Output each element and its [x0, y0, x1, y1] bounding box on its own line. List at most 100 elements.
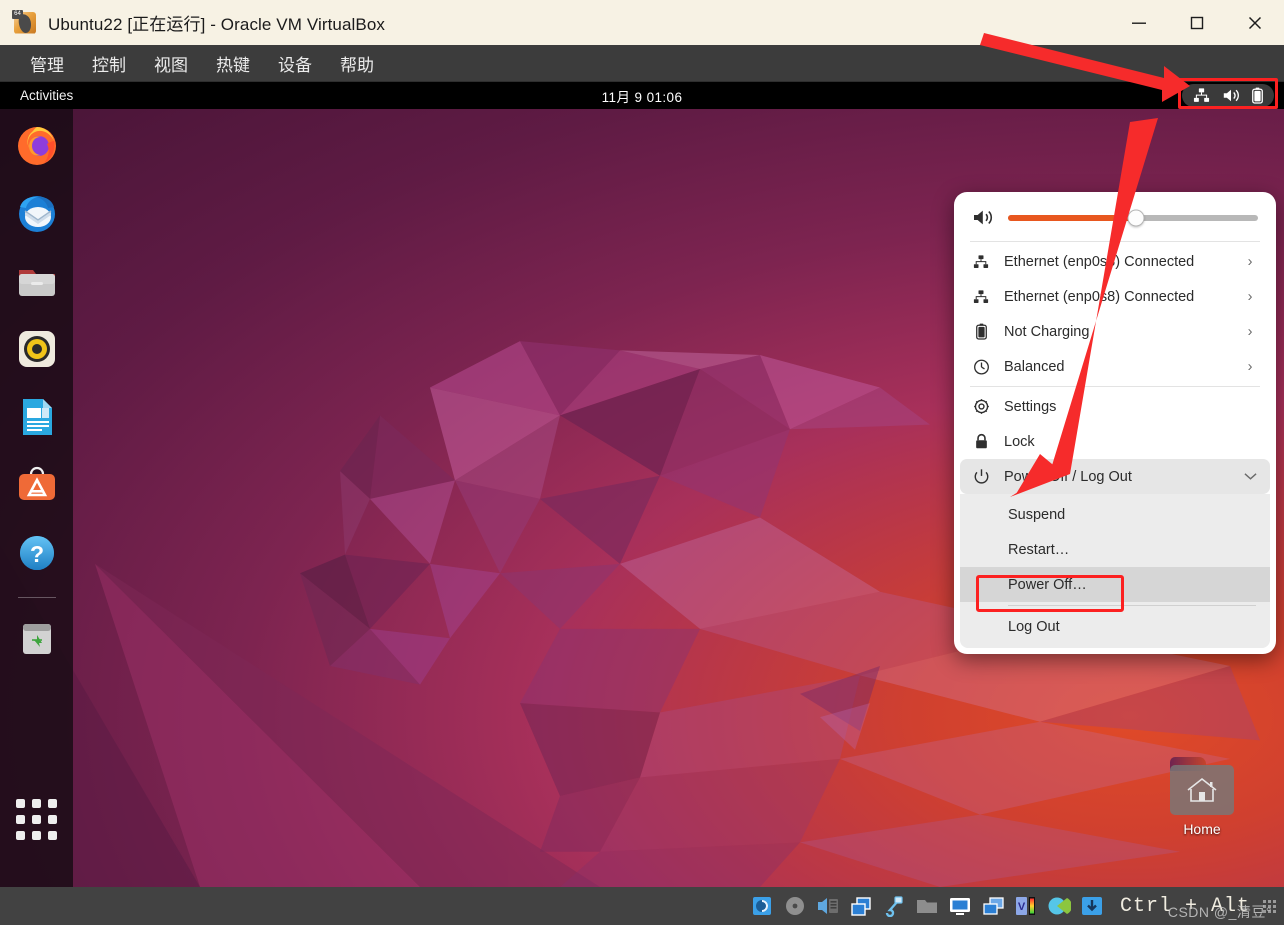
menu-label: Settings: [1004, 398, 1057, 415]
audio-icon[interactable]: [815, 894, 841, 918]
virtualbox-window: 64 Ubuntu22 [正在运行] - Oracle VM VirtualBo…: [0, 0, 1284, 925]
dock-item-trash[interactable]: [13, 614, 61, 662]
dock-item-thunderbird[interactable]: [13, 189, 61, 237]
chevron-down-icon: [1242, 472, 1258, 481]
ubuntu-dock: ?: [0, 109, 73, 887]
menu-divider: [970, 386, 1260, 387]
menu-label: Ethernet (enp0s8) Connected: [1004, 288, 1195, 305]
logo-badge-64: 64: [12, 9, 23, 19]
dock-item-libreoffice-writer[interactable]: [13, 393, 61, 441]
help-icon: ?: [19, 536, 54, 570]
close-button[interactable]: [1226, 0, 1284, 45]
menu-item-view[interactable]: 视图: [140, 48, 202, 79]
menu-row-power-off-log-out[interactable]: Power Off / Log Out: [960, 459, 1270, 494]
power-icon: [972, 468, 990, 485]
network-wired-icon: [1193, 88, 1210, 102]
virtualbox-menubar: 管理 控制 视图 热键 设备 帮助: [0, 45, 1284, 82]
files-folder-icon: [18, 270, 55, 296]
minimize-button[interactable]: [1110, 0, 1168, 45]
firefox-icon: [17, 127, 56, 165]
menu-divider: [970, 241, 1260, 242]
clock-label[interactable]: 11月 9 01:06: [602, 86, 683, 106]
gnome-top-bar: Activities 11月 9 01:06: [0, 82, 1284, 109]
watermark-label: CSDN @_清豆°: [1167, 904, 1272, 920]
gnome-system-menu: Ethernet (enp0s3) Connected › Ethernet (…: [954, 192, 1276, 654]
power-submenu: Suspend Restart… Power Off… Log Out: [960, 494, 1270, 648]
power-profile-icon: [972, 358, 990, 375]
mouse-integration-icon[interactable]: [1079, 894, 1105, 918]
virtualbox-statusbar: V Ctrl + Alt CSDN @_清豆°: [0, 887, 1284, 925]
volume-slider[interactable]: [1008, 209, 1258, 226]
menu-label: Ethernet (enp0s3) Connected: [1004, 253, 1195, 270]
desktop-icon-home[interactable]: Home: [1152, 757, 1252, 837]
volume-slider-row[interactable]: [960, 198, 1270, 239]
virtualbox-logo-icon: 64: [12, 9, 38, 36]
menu-label: Balanced: [1004, 358, 1065, 375]
volume-high-icon: [974, 210, 993, 225]
submenu-item-restart[interactable]: Restart…: [960, 532, 1270, 567]
menu-row-battery[interactable]: Not Charging ›: [960, 314, 1270, 349]
menu-item-help[interactable]: 帮助: [326, 48, 388, 79]
menu-row-settings[interactable]: Settings: [960, 389, 1270, 424]
menu-row-ethernet-enp0s8[interactable]: Ethernet (enp0s8) Connected ›: [960, 279, 1270, 314]
menu-row-power-profile[interactable]: Balanced ›: [960, 349, 1270, 384]
dock-item-ubuntu-software[interactable]: [13, 461, 61, 509]
display-icon[interactable]: [947, 894, 973, 918]
rhythmbox-icon: [18, 331, 55, 367]
chevron-right-icon: ›: [1247, 323, 1253, 340]
network-adapter-icon[interactable]: [848, 894, 874, 918]
svg-text:?: ?: [29, 541, 43, 567]
home-folder-icon: [1170, 757, 1234, 815]
system-tray[interactable]: [1182, 84, 1274, 107]
window-controls: [1110, 0, 1284, 45]
window-titlebar: 64 Ubuntu22 [正在运行] - Oracle VM VirtualBo…: [0, 0, 1284, 45]
menu-label: Power Off / Log Out: [1004, 468, 1132, 485]
home-icon-label: Home: [1183, 821, 1221, 837]
menu-item-devices[interactable]: 设备: [264, 48, 326, 79]
volume-icon: [1223, 89, 1239, 102]
menu-item-hotkeys[interactable]: 热键: [202, 48, 264, 79]
battery-icon: [972, 323, 990, 340]
dock-item-firefox[interactable]: [13, 121, 61, 169]
show-applications-button[interactable]: [13, 796, 60, 843]
submenu-item-suspend[interactable]: Suspend: [960, 497, 1270, 532]
dock-item-help[interactable]: ?: [13, 529, 61, 577]
usb-icon[interactable]: [881, 894, 907, 918]
recording-icon[interactable]: [980, 894, 1006, 918]
chevron-right-icon: ›: [1247, 253, 1253, 270]
ubuntu-software-icon: [18, 466, 55, 500]
gear-icon: [972, 398, 990, 415]
network-wired-icon: [972, 254, 990, 270]
dock-item-files[interactable]: [13, 257, 61, 305]
libreoffice-writer-icon: [22, 399, 52, 435]
guest-additions-icon[interactable]: [1046, 894, 1072, 918]
clock-area: 11月 9 01:06: [0, 82, 1284, 109]
menu-row-lock[interactable]: Lock: [960, 424, 1270, 459]
dock-separator: [17, 597, 56, 598]
house-glyph-icon: [1187, 777, 1217, 802]
menu-label: Not Charging: [1004, 323, 1090, 340]
lock-icon: [972, 433, 990, 450]
chevron-right-icon: ›: [1247, 358, 1253, 375]
trash-icon: [22, 624, 51, 654]
submenu-item-power-off[interactable]: Power Off…: [960, 567, 1270, 602]
submenu-divider: [1008, 605, 1256, 606]
menu-item-manage[interactable]: 管理: [16, 48, 78, 79]
menu-row-ethernet-enp0s3[interactable]: Ethernet (enp0s3) Connected ›: [960, 244, 1270, 279]
chevron-right-icon: ›: [1247, 288, 1253, 305]
maximize-button[interactable]: [1168, 0, 1226, 45]
activities-button[interactable]: Activities: [10, 85, 83, 106]
guest-screen: Home ? Activities 11月 9 01:06 Ethernet (…: [0, 82, 1284, 887]
submenu-item-log-out[interactable]: Log Out: [960, 609, 1270, 644]
menu-label: Lock: [1004, 433, 1035, 450]
hard-disk-icon[interactable]: [749, 894, 775, 918]
shared-folder-icon[interactable]: [914, 894, 940, 918]
dock-item-rhythmbox[interactable]: [13, 325, 61, 373]
optical-disk-icon[interactable]: [782, 894, 808, 918]
thunderbird-icon: [18, 196, 55, 232]
vrde-icon[interactable]: V: [1013, 894, 1039, 918]
window-title: Ubuntu22 [正在运行] - Oracle VM VirtualBox: [48, 15, 385, 34]
svg-text:V: V: [1018, 901, 1026, 913]
network-wired-icon: [972, 289, 990, 305]
menu-item-control[interactable]: 控制: [78, 48, 140, 79]
